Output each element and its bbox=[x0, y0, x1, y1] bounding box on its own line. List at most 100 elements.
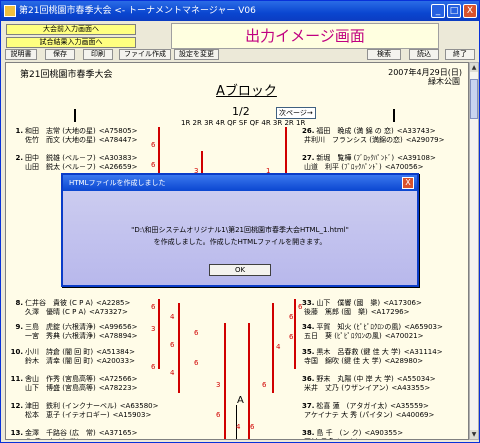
entry-code: <A90388> bbox=[361, 438, 400, 439]
left-entry: 12. 津田 鉄利 (インクナーベル) <A63580> bbox=[6, 402, 159, 411]
score-label: 6 bbox=[151, 303, 156, 311]
title-bar[interactable]: 第21回桃園市春季大会 <- トーナメントマネージャー V06 _ □ X bbox=[1, 1, 479, 21]
entry-name: 山下 僕響 (國 樂) bbox=[316, 299, 381, 307]
search-button[interactable]: 検索 bbox=[367, 49, 401, 60]
app-icon bbox=[4, 5, 16, 17]
file-created-dialog: HTMLファイルを作成しました X "D:\和田システムオリジナル1\第21回桃… bbox=[61, 173, 419, 287]
entry-code: <A65903> bbox=[404, 323, 443, 331]
help-button[interactable]: 説明書 bbox=[5, 49, 37, 60]
entry-code: <A37165> bbox=[98, 429, 138, 437]
entry-code: <A63580> bbox=[119, 402, 159, 410]
entry-code: <A39108> bbox=[397, 154, 436, 162]
entry-code: <A43355> bbox=[391, 384, 431, 392]
entry-code: <A78447> bbox=[98, 136, 138, 144]
left-entry: 11. 舎山 作秀 (宮島高等) <A72566> bbox=[6, 375, 138, 384]
score-label: 6 bbox=[216, 411, 221, 419]
scroll-up-icon[interactable]: ▲ bbox=[470, 63, 478, 72]
bracket-tick bbox=[74, 109, 76, 122]
window-title: 第21回桃園市春季大会 <- トーナメントマネージャー V06 bbox=[19, 6, 256, 16]
entry-name: 和田 志常 (大地の星) bbox=[25, 127, 96, 135]
entry-number: 2. bbox=[15, 154, 23, 162]
right-entry: 33. 山下 僕響 (國 樂) <A17306> bbox=[302, 299, 422, 308]
dialog-title-text: HTMLファイルを作成しました bbox=[69, 179, 166, 187]
read-button[interactable]: 読込 bbox=[409, 49, 439, 60]
entry-code: <A70056> bbox=[384, 163, 424, 171]
left-entry: 10. 小川 詩倉 (闇 回 町) <A51384> bbox=[6, 348, 135, 357]
score-label: 6 bbox=[194, 329, 199, 337]
entry-code: <A30383> bbox=[98, 154, 138, 162]
entry-number: 11. bbox=[10, 375, 23, 383]
app-window: 第21回桃園市春季大会 <- トーナメントマネージャー V06 _ □ X 大会… bbox=[0, 0, 480, 443]
winner-line bbox=[158, 299, 160, 369]
entry-number: 26. bbox=[302, 127, 315, 135]
score-label: 3 bbox=[151, 325, 156, 333]
dialog-close-button[interactable]: X bbox=[402, 177, 414, 189]
right-entry: 37. 松喜 蓮 (アタガイ太) <A35559> bbox=[302, 402, 429, 411]
left-entry: 2. 田中 鋭雄 (ベル－フ) <A30383> bbox=[6, 154, 137, 163]
entry-name: 黒木 呂春救 (鍵 佳 大 学) bbox=[316, 348, 401, 356]
tournament-name: 第21回桃園市春季大会 bbox=[20, 70, 113, 80]
right-entry: 米井 丈乃 (ウザンイアン) <A43355> bbox=[302, 384, 430, 393]
left-entry: 8. 仁井谷 貴彼 (C P A) <A2285> bbox=[6, 299, 130, 308]
score-label: 6 bbox=[151, 141, 156, 149]
right-entry: 五日 葵 (ﾋﾟﾋﾟﾛｸﾛﾝの風) <A70021> bbox=[302, 332, 423, 341]
close-button[interactable]: X bbox=[463, 4, 477, 18]
entry-name: 井利川 フランシス (満錦の恋) bbox=[304, 136, 403, 144]
score-label: 6 bbox=[289, 313, 294, 321]
entry-name: 寺国 錦吹 (鍵 佳 大 学) bbox=[304, 357, 382, 365]
entry-number: 13. bbox=[10, 429, 23, 437]
save-button[interactable]: 保存 bbox=[45, 49, 75, 60]
maximize-button[interactable]: □ bbox=[447, 4, 461, 18]
score-label: 4 bbox=[170, 369, 175, 377]
right-entry: 井利川 フランシス (満錦の恋) <A29079> bbox=[302, 136, 444, 145]
scroll-thumb[interactable] bbox=[470, 79, 478, 119]
right-entry: アケイナテ 大 秀 (パイタン) <A40069> bbox=[302, 411, 434, 420]
minimize-button[interactable]: _ bbox=[431, 4, 445, 18]
entry-code: <A70021> bbox=[384, 332, 424, 340]
next-page-link[interactable]: 次ページ→ bbox=[276, 107, 316, 119]
score-label: 6 bbox=[194, 359, 199, 367]
left-entry: 鈴木 清幸 (闇 回 町) <A20033> bbox=[6, 357, 135, 366]
entry-name: 山道 利平 (ﾌﾞﾛｯｸﾊﾟﾝﾄﾞ) bbox=[304, 163, 382, 171]
left-entry: 13. 金澤 千路谷 (広 常) <A37165> bbox=[6, 429, 138, 438]
scroll-down-icon[interactable]: ▼ bbox=[470, 430, 478, 439]
entry-number: 36. bbox=[302, 375, 315, 383]
result-screen-button[interactable]: 試合結果入力画面へ bbox=[6, 37, 136, 48]
dialog-ok-button[interactable]: OK bbox=[209, 264, 271, 276]
entry-number: 10. bbox=[10, 348, 23, 356]
entry-name: 松本 恵子 (イテオロギー) bbox=[25, 411, 110, 419]
entry-number: 27. bbox=[302, 154, 315, 162]
entry-screen-button[interactable]: 大会前入力画面へ bbox=[6, 24, 136, 35]
entry-code: <A17296> bbox=[370, 308, 410, 316]
entry-code: <A75805> bbox=[98, 127, 138, 135]
entry-name: 小川 詩倉 (闇 回 町) bbox=[25, 348, 94, 356]
exit-button[interactable]: 終了 bbox=[445, 49, 475, 60]
entry-code: <A60035> bbox=[82, 438, 121, 439]
entry-code: <A2285> bbox=[96, 299, 131, 307]
entry-code: <A73327> bbox=[89, 308, 128, 316]
winner-line bbox=[224, 323, 226, 439]
entry-code: <A28980> bbox=[384, 357, 424, 365]
entry-name: 佐竹 而文 (大地の星) bbox=[25, 136, 96, 144]
entry-code: <A26659> bbox=[98, 163, 138, 171]
entry-name: 平賀 知火 (ﾋﾟﾋﾟﾛｸﾛﾝの風) bbox=[316, 323, 402, 331]
entry-name: 松喜 蓮 (アタガイ太) bbox=[316, 402, 388, 410]
entry-name: 津田 鉄利 (インクナーベル) bbox=[25, 402, 117, 410]
entry-name: 久澤 優晴 (C P A) bbox=[25, 308, 87, 316]
entry-number: 38. bbox=[302, 429, 315, 437]
score-label: 6 bbox=[151, 161, 156, 169]
winner-line bbox=[272, 303, 274, 393]
tournament-venue: 緑木公園 bbox=[428, 77, 460, 86]
file-create-button[interactable]: ファイル作成 bbox=[119, 49, 171, 60]
entry-name: 鈴木 清幸 (闇 回 町) bbox=[25, 357, 94, 365]
print-button[interactable]: 印刷 bbox=[83, 49, 113, 60]
right-entry: 寺国 錦吹 (鍵 佳 大 学) <A28980> bbox=[302, 357, 423, 366]
score-label: 6 bbox=[289, 333, 294, 341]
settings-button[interactable]: 設定を変更 bbox=[174, 49, 219, 60]
vertical-scrollbar[interactable]: ▲ ▼ bbox=[469, 62, 479, 440]
entry-name: 米井 丈乃 (ウザンイアン) bbox=[304, 384, 389, 392]
entry-name: 仁井谷 貴彼 (C P A) bbox=[25, 299, 94, 307]
dialog-message-text: を作成しました。作成したHTMLファイルを開きます。 bbox=[153, 238, 327, 246]
left-entry: 1. 和田 志常 (大地の星) <A75805> bbox=[6, 127, 137, 136]
score-label: 6 bbox=[298, 303, 303, 311]
